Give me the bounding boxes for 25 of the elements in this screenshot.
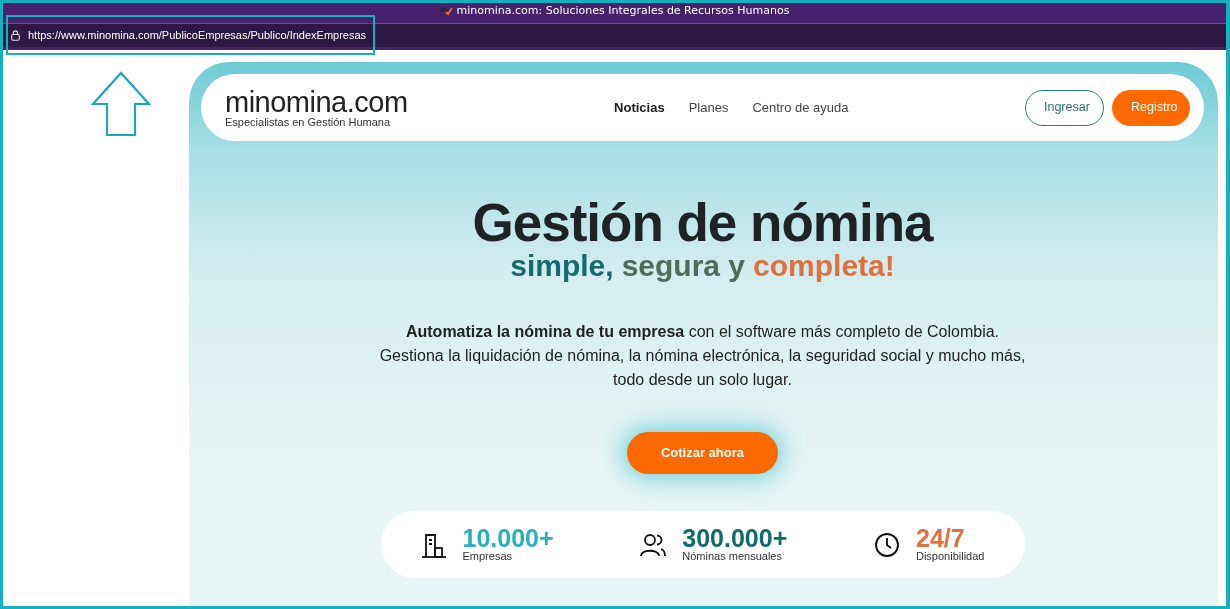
people-icon [640,532,667,557]
stat-label: Empresas [462,550,514,563]
subtitle-text: segura y [621,249,746,282]
nav-link[interactable]: Centro de ayuda [752,97,849,118]
logo[interactable]: minomina.com [225,87,408,116]
site-icon [439,6,453,16]
login-button[interactable]: Ingresar [1025,89,1104,126]
subtitle-text: simple, [510,249,614,282]
clock-icon [874,531,900,558]
stat-label: Nóminas mensuales [682,550,783,563]
subtitle-text: completa! [753,249,895,282]
nav-link[interactable]: Planes [688,97,729,118]
stat-value: 10.000+ [462,526,554,550]
lock-icon [11,30,20,41]
hero-description: Automatiza la nómina de tu empresa con el software más completo de Colombia. Gestiona la liquidación de nómina, la nómina electrónica, la seguridad social y mucho más, todo desde un solo lugar. [378,322,1027,390]
building-icon [420,531,447,558]
address-bar[interactable]: https://www.minomina.com/PublicoEmpresas/Publico/IndexEmpresas [28,27,367,44]
arrow-icon [91,71,151,137]
stat-value: 300.000+ [682,526,788,550]
window-title: minomina.com: Soluciones Integrales de Recursos Humanos [456,3,790,19]
hero-title: Gestión de nómina [472,196,933,249]
stat-value: 24/7 [916,526,966,550]
tagline: Especialistas en Gestión Humana [225,115,392,128]
stat-label: Disponibilidad [916,550,985,563]
nav-link[interactable]: Noticias [614,97,665,118]
